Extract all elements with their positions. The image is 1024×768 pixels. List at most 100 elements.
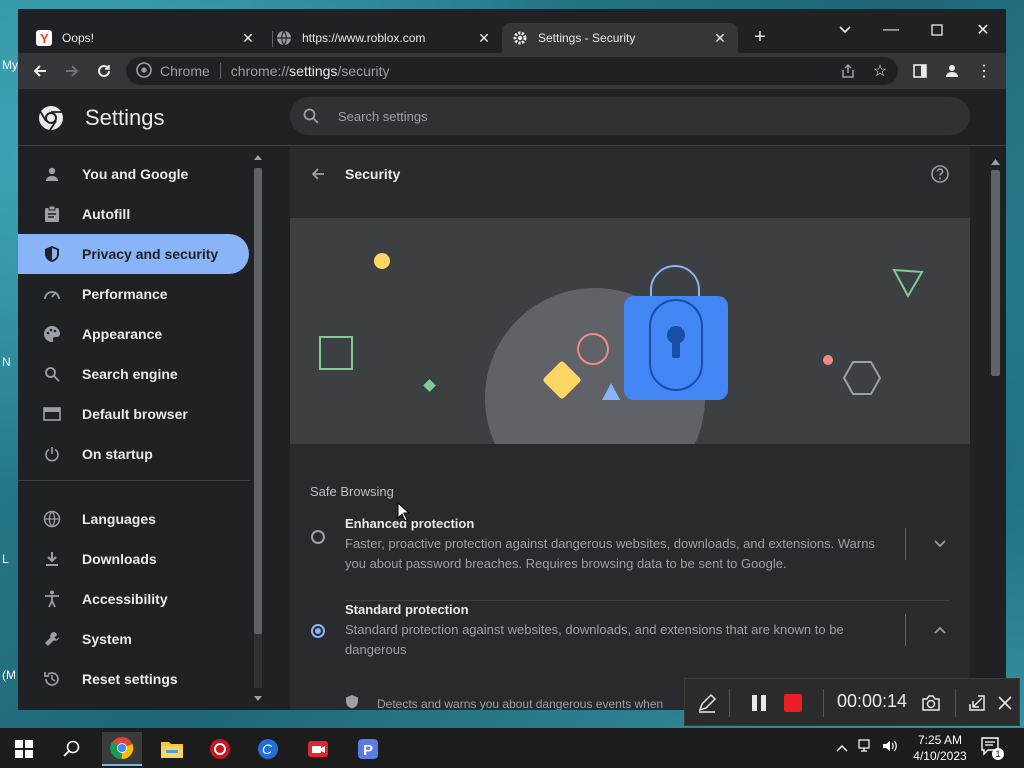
sidebar-item-autofill[interactable]: Autofill [18, 194, 249, 234]
tab-settings-security[interactable]: Settings - Security ✕ [502, 23, 738, 53]
close-icon[interactable]: ✕ [476, 30, 492, 47]
svg-text:C: C [262, 741, 273, 757]
sidebar-item-on-startup[interactable]: On startup [18, 434, 249, 474]
sidebar-item-privacy-and-security[interactable]: Privacy and security [18, 234, 249, 274]
address-bar[interactable]: Chrome chrome://settings/security [126, 57, 898, 85]
desktop-label[interactable]: N [2, 355, 11, 369]
close-icon[interactable]: ✕ [712, 30, 728, 47]
chevron-up-icon[interactable] [930, 620, 950, 640]
recorder-divider [823, 689, 824, 717]
new-tab-button[interactable]: + [748, 25, 772, 49]
chrome-icon [110, 737, 134, 760]
page-title: Settings [85, 105, 165, 130]
scroll-thumb[interactable] [254, 168, 262, 634]
network-icon[interactable] [858, 738, 874, 758]
site-chip[interactable]: Chrome [126, 61, 210, 81]
sidebar-item-downloads[interactable]: Downloads [18, 539, 249, 579]
omnibox-divider [219, 63, 221, 79]
profile-icon[interactable] [940, 59, 964, 83]
content-scrollbar[interactable] [988, 156, 1002, 710]
standard-protection-detail: Detects and warns you about dangerous ev… [345, 694, 663, 710]
sidebar-item-accessibility[interactable]: Accessibility [18, 579, 249, 619]
pink-dot [823, 355, 833, 365]
back-arrow-icon[interactable] [28, 59, 52, 83]
maximize-button[interactable] [914, 15, 960, 45]
sidebar-scrollbar[interactable] [252, 154, 264, 702]
option-description: Standard protection against websites, do… [345, 622, 844, 657]
sidebar-item-you-and-google[interactable]: You and Google [18, 154, 249, 194]
sidebar-item-reset-settings[interactable]: Reset settings [18, 659, 249, 699]
close-window-button[interactable]: ✕ [960, 15, 1006, 45]
bookmark-star-icon[interactable]: ☆ [868, 59, 892, 83]
close-icon[interactable] [993, 691, 1017, 715]
sidebar-item-search-engine[interactable]: Search engine [18, 354, 249, 394]
taskbar-file-explorer[interactable] [152, 732, 192, 766]
forward-arrow-icon[interactable] [60, 59, 84, 83]
tab-roblox[interactable]: https://www.roblox.com ✕ [266, 23, 502, 53]
settings-sidebar: You and Google Autofill Privacy and secu… [18, 146, 262, 710]
side-panel-icon[interactable] [908, 59, 932, 83]
taskbar-clock[interactable]: 7:25 AM 4/10/2023 [908, 732, 972, 764]
sidebar-item-performance[interactable]: Performance [18, 274, 249, 314]
sidebar-item-appearance[interactable]: Appearance [18, 314, 249, 354]
accessibility-icon [42, 589, 62, 609]
taskbar-chrome[interactable] [102, 732, 142, 766]
search-settings-input[interactable] [336, 107, 940, 125]
folder-icon [161, 742, 183, 758]
download-icon [42, 549, 62, 569]
desktop-label[interactable]: (M [2, 668, 16, 682]
desktop-label[interactable]: My [2, 58, 18, 72]
gear-icon [512, 30, 528, 46]
chevron-up-icon[interactable] [836, 739, 848, 757]
reload-icon[interactable] [92, 59, 116, 83]
minimize-button[interactable]: — [868, 15, 914, 45]
keyhole [672, 336, 680, 358]
taskbar-search-button[interactable] [52, 732, 92, 766]
camera-icon[interactable] [919, 691, 943, 715]
sidebar-item-label: Performance [82, 286, 168, 302]
help-icon[interactable] [930, 164, 950, 189]
globe-icon [276, 30, 292, 46]
taskbar-app-ccleaner[interactable]: C [248, 732, 288, 766]
mouse-cursor-icon [397, 502, 411, 522]
taskbar-app-p[interactable]: P [348, 732, 388, 766]
ccleaner-icon: C [258, 739, 278, 759]
taskbar-app-red[interactable] [200, 732, 240, 766]
desktop-label[interactable]: L [2, 552, 9, 566]
chevron-down-icon[interactable] [930, 534, 950, 554]
recorder-divider [955, 689, 956, 717]
close-icon[interactable]: ✕ [240, 30, 256, 47]
share-icon[interactable] [836, 59, 860, 83]
stop-record-icon[interactable] [781, 691, 805, 715]
scroll-thumb[interactable] [991, 170, 1000, 376]
taskbar-screen-recorder[interactable] [298, 732, 338, 766]
collapse-icon[interactable] [965, 691, 989, 715]
pen-icon[interactable] [695, 691, 719, 715]
url-text[interactable]: chrome://settings/security [231, 63, 390, 79]
pause-icon[interactable] [747, 691, 771, 715]
volume-icon[interactable] [882, 739, 898, 758]
sidebar-item-default-browser[interactable]: Default browser [18, 394, 249, 434]
standard-protection-option[interactable]: Standard protection Standard protection … [290, 602, 970, 682]
recording-timer: 00:00:14 [837, 691, 908, 711]
tab-oops[interactable]: Y Oops! ✕ [26, 23, 266, 53]
menu-kebab-icon[interactable]: ⋮ [972, 59, 996, 83]
enhanced-protection-radio[interactable] [311, 530, 325, 544]
yandex-icon: Y [36, 30, 52, 46]
shield-icon [345, 694, 359, 710]
security-header: Security [290, 146, 970, 206]
start-button[interactable] [4, 732, 44, 766]
back-arrow-icon[interactable] [310, 166, 326, 187]
sidebar-item-label: Accessibility [82, 591, 168, 607]
tab-search-chevron-icon[interactable] [822, 15, 868, 45]
tab-title: https://www.roblox.com [302, 31, 426, 45]
notification-center-button[interactable]: 1 [980, 736, 1004, 760]
chrome-window: Y Oops! ✕ https://www.roblox.com ✕ Setti… [18, 9, 1006, 710]
standard-protection-radio[interactable] [311, 624, 325, 638]
enhanced-protection-option[interactable]: Enhanced protection Faster, proactive pr… [290, 516, 970, 601]
yellow-dot [374, 253, 390, 269]
scroll-up-arrow-icon [254, 155, 262, 160]
sidebar-item-system[interactable]: System [18, 619, 249, 659]
sidebar-item-languages[interactable]: Languages [18, 499, 249, 539]
search-settings-box[interactable] [290, 97, 970, 135]
